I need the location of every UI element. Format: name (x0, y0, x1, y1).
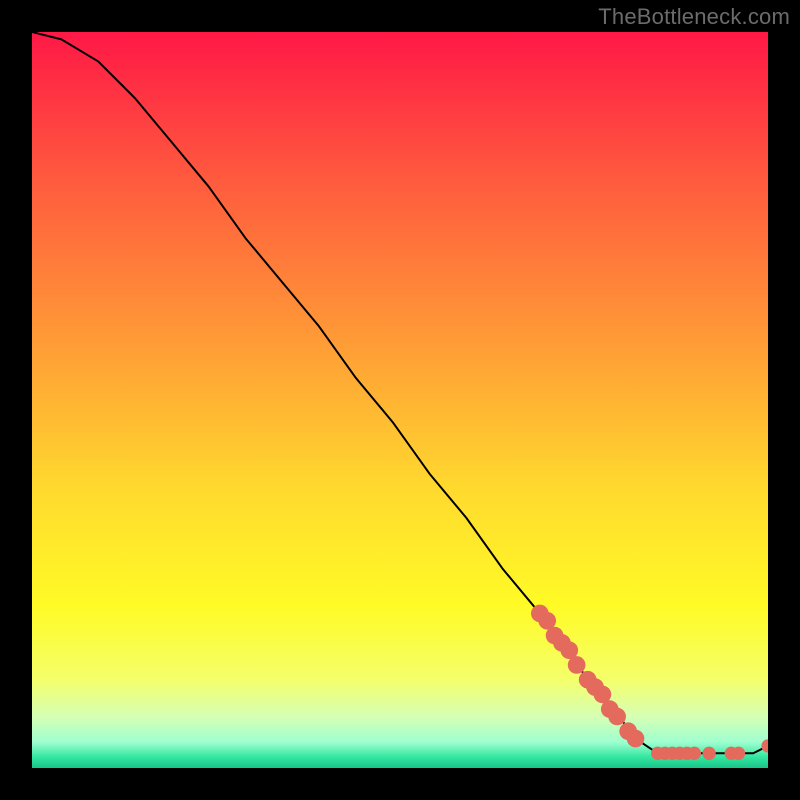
background-gradient (32, 32, 768, 768)
chart-frame: TheBottleneck.com (0, 0, 800, 800)
attribution-label: TheBottleneck.com (598, 4, 790, 30)
plot-area (32, 32, 768, 768)
